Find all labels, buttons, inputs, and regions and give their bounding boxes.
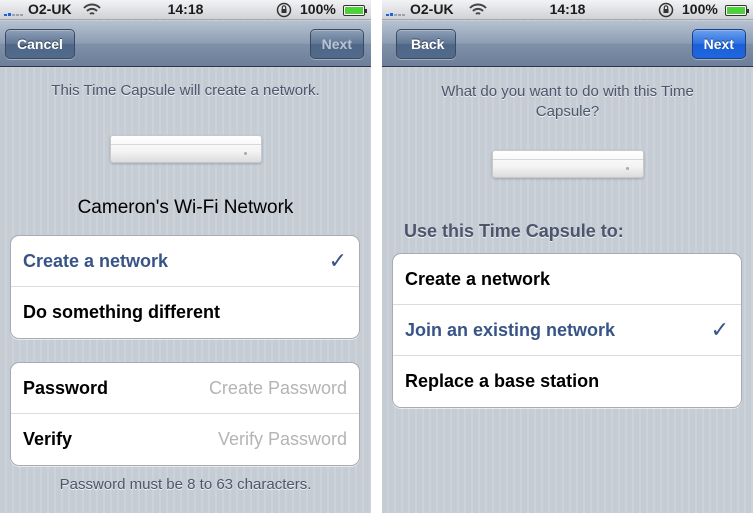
checkmark-icon: ✓ (710, 317, 729, 342)
cancel-button[interactable]: Cancel (5, 29, 75, 59)
back-button[interactable]: Back (396, 29, 457, 59)
verify-row: Verify (11, 414, 359, 465)
password-group: Password Verify (10, 362, 360, 466)
option-label: Do something different (23, 302, 220, 322)
option-label: Create a network (405, 269, 551, 289)
battery-icon (343, 5, 367, 16)
battery-icon (725, 5, 749, 16)
option-label: Join an existing network (405, 320, 616, 340)
option-create-network[interactable]: Create a network ✓ (11, 236, 359, 287)
password-label: Password (23, 378, 109, 398)
password-hint: Password must be 8 to 63 characters. (59, 476, 312, 493)
next-button-disabled[interactable]: Next (309, 29, 364, 59)
nav-bar: Cancel Next (0, 21, 371, 67)
status-bar: O2-UK 14:18 100% (382, 0, 753, 20)
option-create-network[interactable]: Create a network (393, 254, 741, 305)
password-row: Password (11, 363, 359, 414)
verify-input[interactable] (187, 428, 347, 450)
next-button[interactable]: Next (691, 29, 746, 59)
section-header: Use this Time Capsule to: (404, 221, 624, 241)
checkmark-icon: ✓ (328, 248, 347, 273)
rotation-lock-icon (658, 2, 674, 18)
verify-label: Verify (23, 429, 73, 449)
time-capsule-image (492, 150, 644, 178)
option-label: Create a network (23, 251, 169, 271)
nav-bar: Back Next (382, 21, 753, 67)
screen-create-network: O2-UK 14:18 100% Cancel Next This Time C… (0, 0, 371, 513)
rotation-lock-icon (276, 2, 292, 18)
status-bar: O2-UK 14:18 100% (0, 0, 371, 20)
network-options-group: Create a network ✓ Do something differen… (10, 235, 360, 339)
battery-percent: 100% (682, 1, 718, 17)
network-name: Cameron's Wi-Fi Network (77, 197, 294, 218)
screenshot-divider (371, 0, 382, 513)
battery-percent: 100% (300, 1, 336, 17)
password-input[interactable] (187, 377, 347, 399)
intro-text: This Time Capsule will create a network. (51, 82, 320, 99)
option-do-something-different[interactable]: Do something different (11, 287, 359, 338)
option-join-existing-network[interactable]: Join an existing network ✓ (393, 305, 741, 356)
time-capsule-image (110, 135, 262, 163)
screen-choose-action: O2-UK 14:18 100% Back Next What do you w… (382, 0, 753, 513)
action-options-group: Create a network Join an existing networ… (392, 253, 742, 408)
question-text: What do you want to do with this Time Ca… (441, 83, 694, 120)
option-label: Replace a base station (405, 371, 600, 391)
option-replace-base-station[interactable]: Replace a base station (393, 356, 741, 407)
